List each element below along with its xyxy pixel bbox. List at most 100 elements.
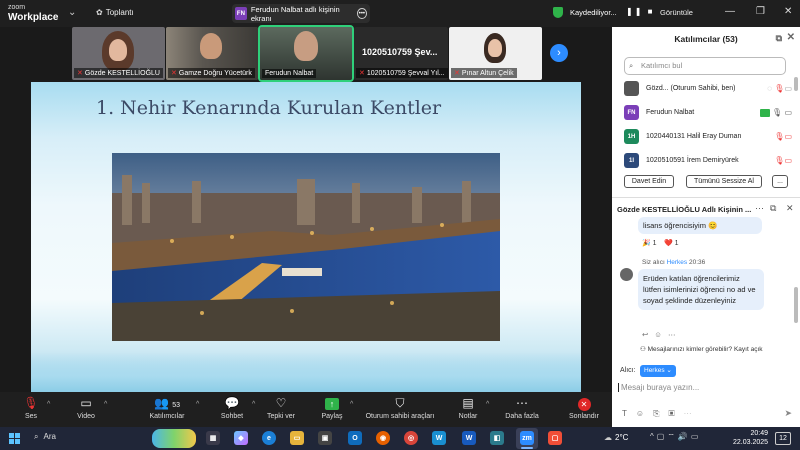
network-icon[interactable]: ⌔ [667, 432, 678, 441]
muted-microphone-icon: 🎙 [23, 396, 39, 410]
chat-message[interactable]: Erüden katılan öğrencilerimiz lütfen isi… [638, 269, 764, 310]
system-tray[interactable]: ^▢⌔🔊▭ [650, 432, 701, 442]
chat-close-icon[interactable]: ✕ [786, 203, 794, 214]
app-icon[interactable]: W [432, 431, 446, 445]
chat-button[interactable]: 💬 Sohbet [220, 396, 244, 420]
maximize-icon[interactable]: ❐ [756, 6, 765, 17]
minimize-icon[interactable]: — [725, 6, 735, 17]
notifications-badge[interactable]: 12 [775, 432, 791, 445]
chevron-down-icon[interactable]: ⌄ [68, 7, 76, 18]
view-button[interactable]: Görüntüle [660, 8, 693, 17]
audio-options-caret-icon[interactable]: ^ [47, 401, 50, 408]
video-label: Video [77, 413, 95, 420]
message-more-icon[interactable]: ⋯ [668, 330, 682, 339]
emoji-picker-icon[interactable]: ☺ [636, 409, 653, 418]
reaction-heart[interactable]: ❤️ 1 [664, 239, 679, 247]
format-icon[interactable]: T [622, 409, 636, 418]
next-page-arrow-icon[interactable]: › [550, 44, 568, 62]
share-caret-icon[interactable]: ^ [350, 401, 353, 408]
emoji-icon[interactable]: ☺ [654, 330, 668, 339]
notes-caret-icon[interactable]: ^ [486, 401, 489, 408]
host-tools-button[interactable]: ⛉ Oturum sahibi araçları [364, 396, 436, 420]
slide-wave-decoration [31, 352, 581, 392]
pop-out-icon[interactable]: ⧉ [776, 33, 782, 44]
app-icon[interactable]: ◧ [490, 431, 504, 445]
app-icon[interactable]: ▢ [548, 431, 562, 445]
notes-label: Notlar [458, 413, 478, 420]
audio-button[interactable]: 🎙 Ses [22, 396, 40, 420]
word-icon[interactable]: W [462, 431, 476, 445]
participant-row-name: Ferudun Nalbat [646, 109, 695, 116]
volume-icon[interactable]: 🔊 [678, 432, 691, 441]
close-panel-icon[interactable]: ✕ [787, 32, 795, 43]
battery-icon[interactable]: ▭ [691, 432, 702, 441]
taskbar-search[interactable]: ⌕ Ara [34, 432, 56, 442]
reaction-party[interactable]: 🎉 1 [642, 239, 657, 247]
chat-scrollbar[interactable] [794, 287, 798, 323]
participants-caret-icon[interactable]: ^ [196, 401, 199, 408]
screenshot-icon[interactable]: ▣ [668, 409, 683, 418]
chrome-icon[interactable]: ◎ [404, 431, 418, 445]
participant-row[interactable]: 1H 1020440131 Halil Eray Duman 🎙▭ [624, 126, 794, 148]
sender-time: 20:36 [688, 259, 706, 266]
weather-widget[interactable]: ☁ 2°C [604, 433, 628, 442]
firefox-icon[interactable]: ◉ [376, 431, 390, 445]
edge-icon[interactable]: e [262, 431, 276, 445]
zoom-icon[interactable]: zm [520, 431, 534, 445]
react-button[interactable]: ♡ Tepki ver [266, 396, 296, 420]
video-button[interactable]: ▭ Video [72, 396, 100, 420]
video-tile[interactable]: ✕ Pınar Altun Çelik [449, 27, 542, 80]
task-view-icon[interactable]: ▦ [206, 431, 220, 445]
reply-icon[interactable]: ↩ [642, 330, 654, 339]
outlook-icon[interactable]: O [348, 431, 362, 445]
share-button[interactable]: ↑ Paylaş [320, 396, 344, 420]
chat-pop-out-icon[interactable]: ⧉ [770, 203, 776, 214]
invite-button[interactable]: Davet Edin [624, 175, 674, 188]
participant-row[interactable]: 1I 1020510591 İrem Demiryürek 🎙▭ [624, 150, 794, 172]
screen-share-indicator[interactable]: FN Ferudun Nalbat adlı kişinin ekranı ••… [232, 4, 370, 23]
file-icon[interactable]: ⎘ [653, 409, 668, 418]
app-tray-icon[interactable]: ▢ [657, 432, 668, 441]
end-meeting-button[interactable]: ✕ Sonlandır [566, 396, 602, 420]
chat-caret-icon[interactable]: ^ [252, 401, 255, 408]
clock[interactable]: 20:49 22.03.2025 [733, 429, 768, 447]
notes-button[interactable]: ▤ Notlar [456, 396, 480, 420]
store-icon[interactable]: ▣ [318, 431, 332, 445]
more-options-icon[interactable]: ••• [356, 8, 367, 19]
send-icon[interactable]: ➤ [784, 408, 792, 419]
participant-status-icons: 🎙▭ [774, 132, 792, 141]
end-label: Sonlandır [569, 413, 599, 420]
search-highlight-image[interactable] [152, 429, 196, 448]
participants-button[interactable]: 👥 53 Katılımcılar [146, 396, 188, 420]
close-icon[interactable]: ✕ [784, 6, 792, 17]
visibility-note-text: Mesajlarınızı kimler görebilir? Kayıt aç… [647, 346, 763, 353]
participant-status-icons: 🎙 ▭ [759, 108, 792, 117]
copilot-icon[interactable]: ◆ [234, 431, 248, 445]
chat-message-input[interactable]: Mesajı buraya yazın... [618, 383, 699, 392]
meeting-info-button[interactable]: ✿ Toplantı [96, 8, 134, 17]
more-button[interactable]: ⋯ Daha fazla [504, 396, 540, 420]
previous-chat-message[interactable]: lisans öğrencisiyim 😊 [638, 217, 762, 234]
chevron-up-icon[interactable]: ^ [650, 432, 657, 441]
recipient-dropdown[interactable]: Herkes ⌄ [640, 365, 676, 377]
mute-all-button[interactable]: Tümünü Sessize Al [686, 175, 762, 188]
participant-avatar: FN [624, 105, 639, 120]
windows-start-icon[interactable] [9, 433, 20, 444]
participant-row-name: 1020510591 İrem Demiryürek [646, 157, 739, 164]
participant-row[interactable]: Gözd... (Oturum Sahibi, ben) ◌ 🎙▭ [624, 78, 794, 100]
participant-search-input[interactable]: ⌕ Katılımcı bul [624, 57, 786, 75]
video-tile[interactable]: ✕ Gamze Doğru Yücetürk [166, 27, 258, 80]
chat-more-icon[interactable]: ⋯ [755, 203, 764, 214]
participant-row[interactable]: FN Ferudun Nalbat 🎙 ▭ [624, 102, 794, 124]
video-tile[interactable]: ✕ Gözde KESTELLİOĞLU [72, 27, 165, 80]
more-tools-icon[interactable]: ⋯ [684, 409, 701, 418]
video-options-caret-icon[interactable]: ^ [104, 401, 107, 408]
video-tile-active-speaker[interactable]: Ferudun Nalbat [258, 25, 354, 82]
security-shield-icon[interactable] [553, 7, 563, 18]
pause-recording-icon[interactable]: ❚❚ ■ [626, 7, 654, 16]
file-explorer-icon[interactable]: ▭ [290, 431, 304, 445]
participants-scrollbar[interactable] [794, 77, 798, 91]
muted-mic-icon: ✕ [359, 70, 365, 77]
participants-more-button[interactable]: ... [772, 175, 788, 188]
chat-visibility-note[interactable]: ⚇ Mesajlarınızı kimler görebilir? Kayıt … [640, 345, 763, 353]
